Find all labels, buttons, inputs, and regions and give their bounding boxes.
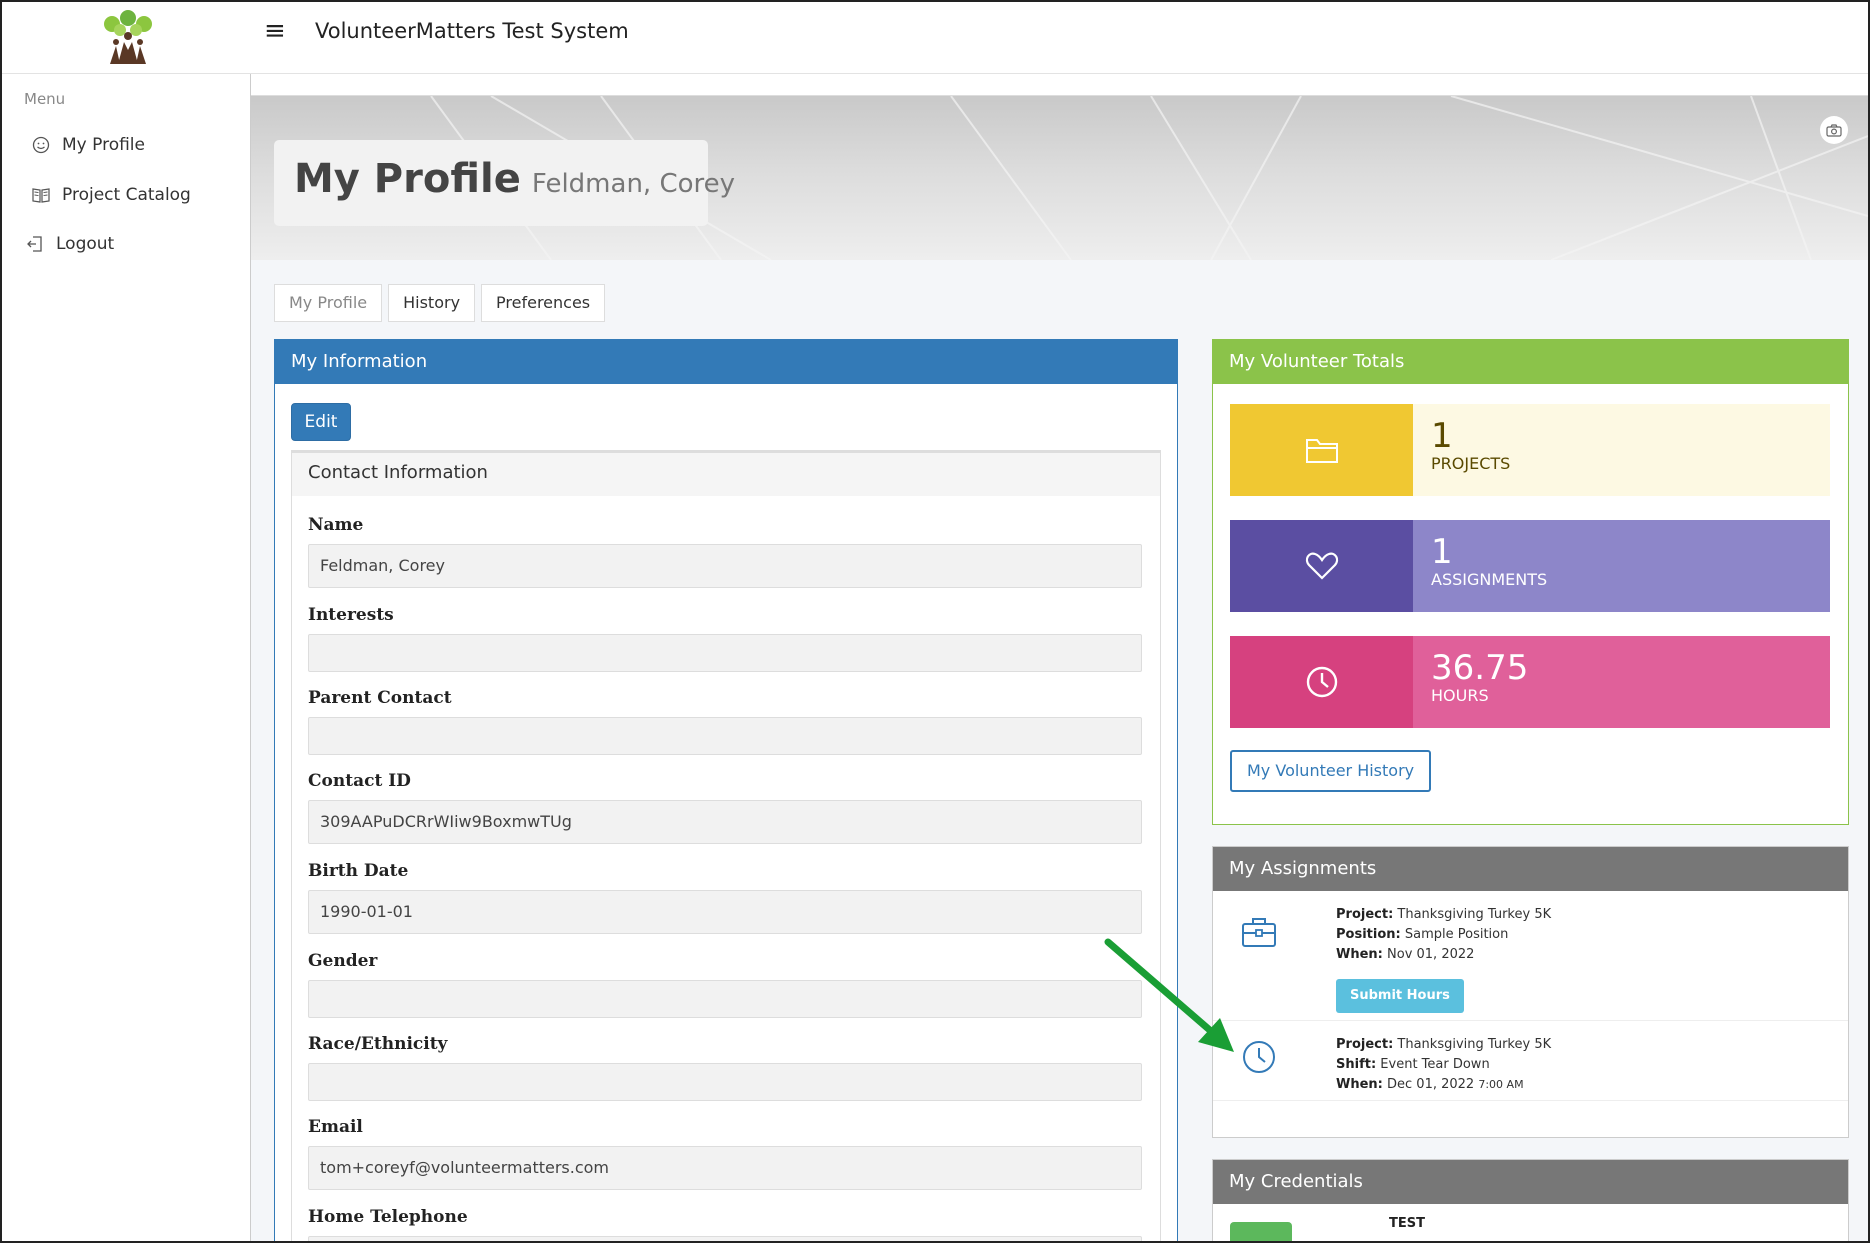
top-bar: ≡ VolunteerMatters Test System [2,2,1868,74]
page-title: My Profile [294,156,521,202]
email-field[interactable]: tom+coreyf@volunteermatters.com [308,1146,1142,1190]
volunteer-totals-heading: My Volunteer Totals [1213,340,1848,384]
volunteer-totals-panel: My Volunteer Totals 1 PROJECTS 1 ASSIGNM… [1212,339,1849,825]
main-content: My Profile Feldman, Corey My Profile His… [251,74,1868,1241]
credential-badge [1230,1222,1292,1241]
sidebar: Menu My Profile Project Catalog Logout [2,74,251,1241]
race-ethnicity-field[interactable] [308,1063,1142,1101]
sidebar-menu-label: Menu [24,90,66,108]
volunteermatters-logo[interactable] [96,10,160,66]
sidebar-item-label: Project Catalog [62,185,191,205]
app-title: VolunteerMatters Test System [315,19,629,43]
hours-label: HOURS [1431,686,1489,705]
my-assignments-panel: My Assignments Project: Thanksgiving Tur… [1212,846,1849,1138]
logout-icon [24,233,46,255]
profile-banner: My Profile Feldman, Corey [251,96,1868,260]
home-telephone-field[interactable] [308,1236,1142,1241]
parent-contact-label: Parent Contact [308,688,452,708]
sidebar-item-project-catalog[interactable]: Project Catalog [30,184,191,206]
my-information-panel: My Information Edit Contact Information … [274,339,1178,1241]
contact-id-label: Contact ID [308,771,411,791]
projects-count: 1 [1431,416,1453,456]
app-window: ≡ VolunteerMatters Test System Menu My P… [0,0,1870,1243]
tab-history[interactable]: History [388,284,476,322]
assignment-date: Dec 01, 2022 [1387,1077,1475,1092]
my-volunteer-history-button[interactable]: My Volunteer History [1230,750,1432,792]
hero-top-strip [251,74,1868,96]
assignment-time: 7:00 AM [1478,1078,1524,1091]
contact-information-heading: Contact Information [292,453,1160,496]
book-icon [30,184,52,206]
folder-icon [1230,404,1413,496]
race-ethnicity-label: Race/Ethnicity [308,1034,448,1054]
name-field[interactable]: Feldman, Corey [308,544,1142,588]
home-telephone-label: Home Telephone [308,1207,468,1227]
assignments-count: 1 [1431,532,1453,572]
sidebar-item-my-profile[interactable]: My Profile [30,134,145,156]
assignments-label: ASSIGNMENTS [1431,570,1548,589]
interests-field[interactable] [308,634,1142,672]
hours-stat: 36.75 HOURS [1230,636,1830,728]
gender-label: Gender [308,951,378,971]
my-credentials-panel: My Credentials TEST [1212,1159,1849,1241]
profile-heading-card: My Profile Feldman, Corey [274,140,735,226]
sidebar-item-label: My Profile [62,135,145,155]
sidebar-item-label: Logout [56,234,115,254]
contact-information-section: Contact Information Name Feldman, Corey … [291,450,1161,1241]
gender-field[interactable] [308,980,1142,1018]
hours-count: 36.75 [1431,648,1529,688]
parent-contact-field[interactable] [308,717,1142,755]
clock-icon [1241,1039,1277,1079]
smiley-icon [30,134,52,156]
projects-stat: 1 PROJECTS [1230,404,1830,496]
edit-button[interactable]: Edit [291,403,351,441]
assignment-date: Nov 01, 2022 [1387,947,1475,962]
assignment-position: Sample Position [1404,927,1509,942]
name-label: Name [308,515,364,535]
my-information-heading: My Information [275,340,1177,384]
my-assignments-heading: My Assignments [1213,847,1848,891]
credential-name: TEST [1389,1216,1425,1231]
tab-preferences[interactable]: Preferences [481,284,606,322]
heart-icon [1230,520,1413,612]
assignment-project: Thanksgiving Turkey 5K [1397,1037,1552,1052]
contact-id-field[interactable]: 309AAPuDCRrWIiw9BoxmwTUg [308,800,1142,844]
projects-label: PROJECTS [1431,454,1511,473]
briefcase-icon [1241,915,1277,953]
camera-icon[interactable] [1820,116,1848,144]
birth-date-label: Birth Date [308,861,409,881]
assignment-shift: Event Tear Down [1380,1057,1490,1072]
sidebar-item-logout[interactable]: Logout [24,233,114,255]
tab-my-profile[interactable]: My Profile [274,284,383,322]
submit-hours-button[interactable]: Submit Hours [1336,979,1464,1013]
my-credentials-heading: My Credentials [1213,1160,1848,1204]
assignment-item: Project: Thanksgiving Turkey 5K Shift: E… [1213,1021,1848,1101]
interests-label: Interests [308,605,394,625]
profile-name-subtitle: Feldman, Corey [531,169,736,199]
assignment-item: Project: Thanksgiving Turkey 5K Position… [1213,891,1848,1021]
assignments-stat: 1 ASSIGNMENTS [1230,520,1830,612]
assignment-project: Thanksgiving Turkey 5K [1397,907,1552,922]
clock-icon [1230,636,1413,728]
birth-date-field[interactable]: 1990-01-01 [308,890,1142,934]
profile-tabs: My Profile History Preferences [274,284,606,322]
hamburger-menu-icon[interactable]: ≡ [264,16,286,46]
email-label: Email [308,1117,363,1137]
